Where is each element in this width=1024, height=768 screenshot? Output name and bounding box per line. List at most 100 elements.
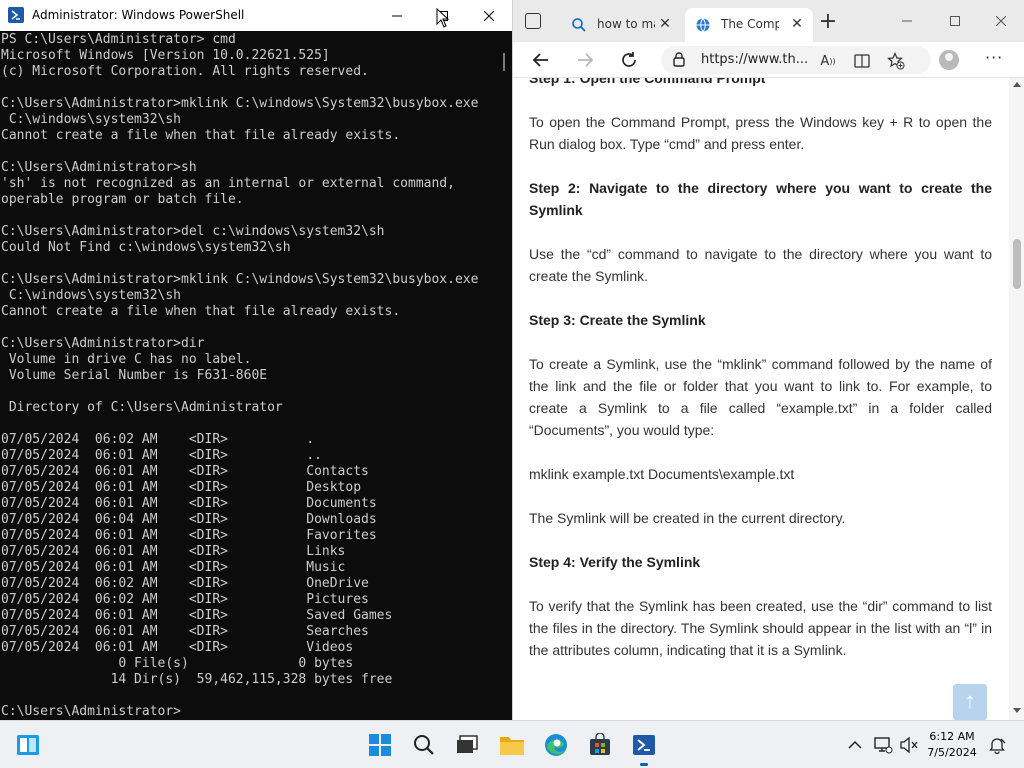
- taskbar: 6:12 AM 7/5/2024: [0, 720, 1024, 768]
- console-line: 07/05/2024 06:01 AM <DIR> ..: [1, 448, 322, 463]
- article-heading: Step 4: Verify the Symlink: [529, 554, 701, 570]
- console-line: C:\Users\Administrator>mklink C:\windows…: [1, 272, 479, 287]
- console-output[interactable]: PS C:\Users\Administrator> cmd Microsoft …: [0, 31, 496, 720]
- console-line: C:\windows\system32\sh: [1, 288, 182, 303]
- console-line: Cannot create a file when that file alre…: [1, 304, 401, 319]
- scroll-down-icon[interactable]: [1013, 708, 1021, 713]
- clock-time: 6:12 AM: [929, 730, 975, 743]
- chevron-up-icon[interactable]: [845, 735, 865, 755]
- article-paragraph: To create a Symlink, use the “mklink” co…: [529, 356, 992, 438]
- address-bar[interactable]: https://www.th... A)): [661, 46, 931, 74]
- console-line: 07/05/2024 06:01 AM <DIR> Favorites: [1, 528, 377, 543]
- clock-date: 7/5/2024: [927, 746, 977, 759]
- new-tab-button[interactable]: +: [817, 11, 839, 34]
- refresh-button[interactable]: [617, 48, 641, 72]
- window-title: Administrator: Windows PowerShell: [32, 8, 245, 22]
- article-body: Step 1: Open the Command Prompt To open t…: [529, 78, 992, 661]
- page-scrollbar[interactable]: [1009, 78, 1024, 720]
- back-button[interactable]: [529, 48, 553, 72]
- url-text: https://www.th...: [701, 52, 809, 67]
- console-line: 07/05/2024 06:02 AM <DIR> Pictures: [1, 592, 369, 607]
- tab-close-icon[interactable]: ✕: [789, 16, 805, 32]
- console-line: 07/05/2024 06:01 AM <DIR> Contacts: [1, 464, 369, 479]
- powershell-icon: [8, 7, 24, 23]
- task-view-windows-icon[interactable]: [452, 730, 482, 760]
- console-line: 07/05/2024 06:01 AM <DIR> Documents: [1, 496, 377, 511]
- console-line: 07/05/2024 06:01 AM <DIR> Videos: [1, 640, 354, 655]
- console-line: 07/05/2024 06:01 AM <DIR> Searches: [1, 624, 369, 639]
- tab-actions-icon[interactable]: [525, 13, 541, 29]
- console-line: C:\windows\system32\sh: [1, 112, 182, 127]
- powershell-taskbar-icon[interactable]: [629, 730, 659, 766]
- taskbar-clock[interactable]: 6:12 AM 7/5/2024: [922, 729, 982, 761]
- store-icon[interactable]: [585, 730, 615, 760]
- edge-window: how to ma ✕ The Compl ✕ + htt: [512, 0, 1024, 720]
- article-heading: Step 2: Navigate to the directory where …: [529, 180, 992, 218]
- scrollbar-thumb[interactable]: [1013, 239, 1021, 289]
- maximize-button[interactable]: [937, 8, 973, 34]
- article-heading: Step 3: Create the Symlink: [529, 312, 706, 328]
- console-line: C:\Users\Administrator>: [1, 704, 182, 719]
- tab-close-icon[interactable]: ✕: [657, 16, 673, 32]
- console-scrollbar[interactable]: [496, 31, 512, 720]
- network-icon[interactable]: [873, 735, 893, 755]
- browser-toolbar: https://www.th... A)) ···: [513, 42, 1024, 78]
- start-icon[interactable]: [365, 730, 395, 760]
- lock-icon: [673, 52, 685, 67]
- console-line: 07/05/2024 06:01 AM <DIR> Saved Games: [1, 608, 393, 623]
- task-view-icon[interactable]: [13, 730, 43, 760]
- console-line: 07/05/2024 06:01 AM <DIR> Desktop: [1, 480, 362, 495]
- notification-bell-icon[interactable]: [987, 735, 1007, 755]
- read-aloud-icon[interactable]: A)): [819, 52, 837, 70]
- scroll-up-icon[interactable]: [1013, 82, 1021, 87]
- forward-button[interactable]: [573, 48, 597, 72]
- console-line: 07/05/2024 06:04 AM <DIR> Downloads: [1, 512, 377, 527]
- search-icon[interactable]: [409, 730, 439, 760]
- close-button[interactable]: [466, 0, 512, 31]
- scrollbar-thumb[interactable]: [503, 53, 505, 71]
- console-line: (c) Microsoft Corporation. All rights re…: [1, 64, 369, 79]
- article-heading: Step 1: Open the Command Prompt: [529, 78, 766, 86]
- minimize-button[interactable]: [889, 8, 925, 34]
- tab-label: how to ma: [597, 17, 655, 31]
- volume-muted-icon[interactable]: [899, 735, 919, 755]
- edge-browser-icon[interactable]: [541, 730, 571, 760]
- console-line: Volume in drive C has no label.: [1, 352, 252, 367]
- console-line: Could Not Find c:\windows\system32\sh: [1, 240, 291, 255]
- console-line: 0 File(s) 0 bytes: [1, 656, 354, 671]
- tab-article[interactable]: The Compl ✕: [685, 8, 813, 42]
- profile-avatar[interactable]: [939, 50, 959, 70]
- add-favorite-icon[interactable]: [887, 52, 905, 70]
- tab-bar: how to ma ✕ The Compl ✕ +: [513, 0, 1024, 42]
- back-to-top-button[interactable]: ↑: [953, 684, 987, 720]
- article-paragraph: Use the “cd” command to navigate to the …: [529, 246, 992, 284]
- powershell-titlebar[interactable]: Administrator: Windows PowerShell: [0, 0, 512, 31]
- mouse-cursor-icon: [436, 8, 450, 28]
- file-explorer-icon[interactable]: [497, 730, 527, 760]
- console-line: 'sh' is not recognized as an internal or…: [1, 176, 455, 191]
- minimize-button[interactable]: [374, 0, 420, 31]
- page-content[interactable]: Step 1: Open the Command Prompt To open t…: [513, 78, 1009, 720]
- immersive-reader-icon[interactable]: [853, 52, 871, 70]
- console-line: 07/05/2024 06:02 AM <DIR> OneDrive: [1, 576, 369, 591]
- console-line: C:\Users\Administrator>sh: [1, 160, 197, 175]
- more-options-icon[interactable]: ···: [985, 50, 1003, 66]
- powershell-window: Administrator: Windows PowerShell PS C:\…: [0, 0, 512, 720]
- article-paragraph: To open the Command Prompt, press the Wi…: [529, 114, 992, 152]
- search-icon: [572, 18, 586, 32]
- close-button[interactable]: [983, 8, 1019, 34]
- tab-search[interactable]: how to ma ✕: [561, 8, 681, 42]
- console-line: 07/05/2024 06:01 AM <DIR> Links: [1, 544, 346, 559]
